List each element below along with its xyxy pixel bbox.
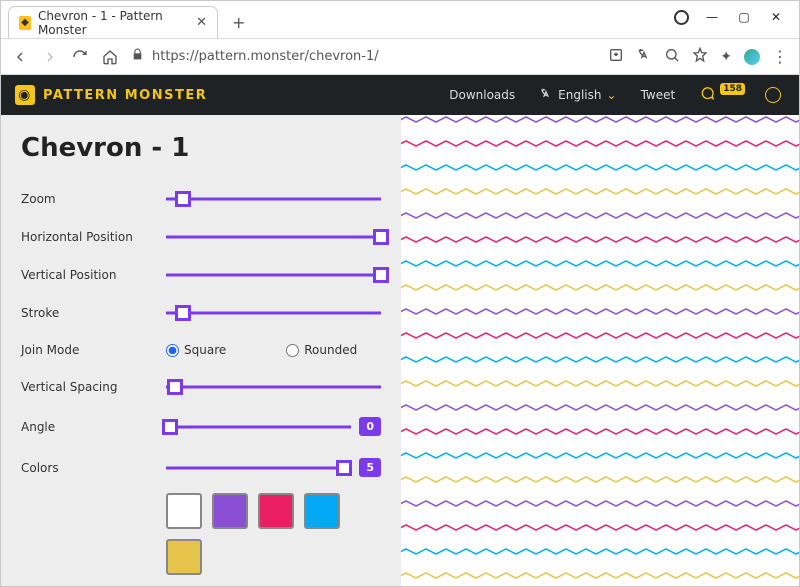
v-position-label: Vertical Position xyxy=(21,268,166,282)
browser-tab[interactable]: ◆ Chevron - 1 - Pattern Monster ✕ xyxy=(8,6,218,38)
h-position-control: Horizontal Position xyxy=(21,229,381,245)
window-maximize-button[interactable]: ▢ xyxy=(729,5,759,29)
logo[interactable]: ◉ PATTERN MONSTER xyxy=(15,85,207,105)
extension-badge-icon[interactable] xyxy=(744,49,760,65)
tab-title: Chevron - 1 - Pattern Monster xyxy=(38,9,189,37)
install-icon[interactable] xyxy=(608,47,624,67)
colors-label: Colors xyxy=(21,461,166,475)
window-minimize-button[interactable]: — xyxy=(697,5,727,29)
theme-toggle-icon[interactable] xyxy=(765,87,781,103)
downloads-link[interactable]: Downloads xyxy=(449,88,515,102)
page-title: Chevron - 1 xyxy=(21,133,381,163)
angle-control: Angle 0 xyxy=(21,417,381,436)
colors-slider[interactable] xyxy=(166,460,351,476)
content: Chevron - 1 Zoom Horizontal Position Ver… xyxy=(1,115,799,586)
swatch-1[interactable] xyxy=(166,493,202,529)
app-header: ◉ PATTERN MONSTER Downloads English ⌄ Tw… xyxy=(1,75,799,115)
translate-icon xyxy=(539,87,553,104)
v-spacing-control: Vertical Spacing xyxy=(21,379,381,395)
colors-control: Colors 5 xyxy=(21,458,381,477)
stroke-label: Stroke xyxy=(21,306,166,320)
pattern-svg xyxy=(401,115,799,586)
swatch-4[interactable] xyxy=(304,493,340,529)
lock-icon xyxy=(131,48,144,65)
zoom-label: Zoom xyxy=(21,192,166,206)
reload-button[interactable] xyxy=(71,48,89,66)
swatch-3[interactable] xyxy=(258,493,294,529)
overflow-menu-button[interactable]: ⋮ xyxy=(772,47,789,66)
tweet-link[interactable]: Tweet xyxy=(641,88,676,102)
window-close-button[interactable]: ✕ xyxy=(761,5,791,29)
address-bar: https://pattern.monster/chevron-1/ ✦ ⋮ xyxy=(1,39,799,75)
language-selector[interactable]: English ⌄ xyxy=(539,87,616,104)
radio-rounded[interactable] xyxy=(286,344,299,357)
bookmark-icon[interactable] xyxy=(692,47,708,67)
notifications-link[interactable]: 158 xyxy=(699,86,745,105)
translate-icon[interactable] xyxy=(636,47,652,67)
url-field[interactable]: https://pattern.monster/chevron-1/ xyxy=(131,48,596,65)
tab-close-icon[interactable]: ✕ xyxy=(196,15,207,30)
back-button[interactable] xyxy=(11,48,29,66)
logo-icon: ◉ xyxy=(15,85,35,105)
notification-badge: 158 xyxy=(720,83,745,95)
forward-button[interactable] xyxy=(41,48,59,66)
stroke-control: Stroke xyxy=(21,305,381,321)
h-position-slider[interactable] xyxy=(166,229,381,245)
radio-square[interactable] xyxy=(166,344,179,357)
angle-slider[interactable] xyxy=(166,419,351,435)
join-mode-rounded[interactable]: Rounded xyxy=(286,343,357,357)
home-button[interactable] xyxy=(101,48,119,66)
chevron-down-icon: ⌄ xyxy=(607,88,617,102)
join-mode-control: Join Mode Square Rounded xyxy=(21,343,381,357)
browser-window: ◆ Chevron - 1 - Pattern Monster ✕ + — ▢ … xyxy=(0,0,800,587)
swatch-5[interactable] xyxy=(166,539,202,575)
v-spacing-slider[interactable] xyxy=(166,379,381,395)
v-position-control: Vertical Position xyxy=(21,267,381,283)
profile-circle-icon[interactable] xyxy=(674,10,689,25)
controls-panel: Chevron - 1 Zoom Horizontal Position Ver… xyxy=(1,115,401,586)
join-mode-label: Join Mode xyxy=(21,343,166,357)
swatch-2[interactable] xyxy=(212,493,248,529)
favicon-icon: ◆ xyxy=(19,16,31,30)
h-position-label: Horizontal Position xyxy=(21,230,166,244)
brand-text: PATTERN MONSTER xyxy=(43,88,207,103)
tab-row: ◆ Chevron - 1 - Pattern Monster ✕ + xyxy=(8,6,251,38)
url-text: https://pattern.monster/chevron-1/ xyxy=(152,49,379,64)
zoom-control: Zoom xyxy=(21,191,381,207)
title-bar: ◆ Chevron - 1 - Pattern Monster ✕ + — ▢ … xyxy=(1,1,799,39)
extensions-icon[interactable]: ✦ xyxy=(720,49,732,65)
join-mode-square[interactable]: Square xyxy=(166,343,226,357)
zoom-slider[interactable] xyxy=(166,191,381,207)
stroke-slider[interactable] xyxy=(166,305,381,321)
colors-value: 5 xyxy=(359,458,381,477)
v-position-slider[interactable] xyxy=(166,267,381,283)
new-tab-button[interactable]: + xyxy=(226,9,251,36)
pattern-preview xyxy=(401,115,799,586)
zoom-icon[interactable] xyxy=(664,47,680,67)
angle-value: 0 xyxy=(359,417,381,436)
angle-label: Angle xyxy=(21,420,166,434)
color-swatches xyxy=(166,493,381,575)
toolbar-extensions: ✦ ⋮ xyxy=(608,47,789,67)
chat-icon xyxy=(699,86,715,105)
window-controls: — ▢ ✕ xyxy=(674,5,791,29)
v-spacing-label: Vertical Spacing xyxy=(21,380,166,394)
